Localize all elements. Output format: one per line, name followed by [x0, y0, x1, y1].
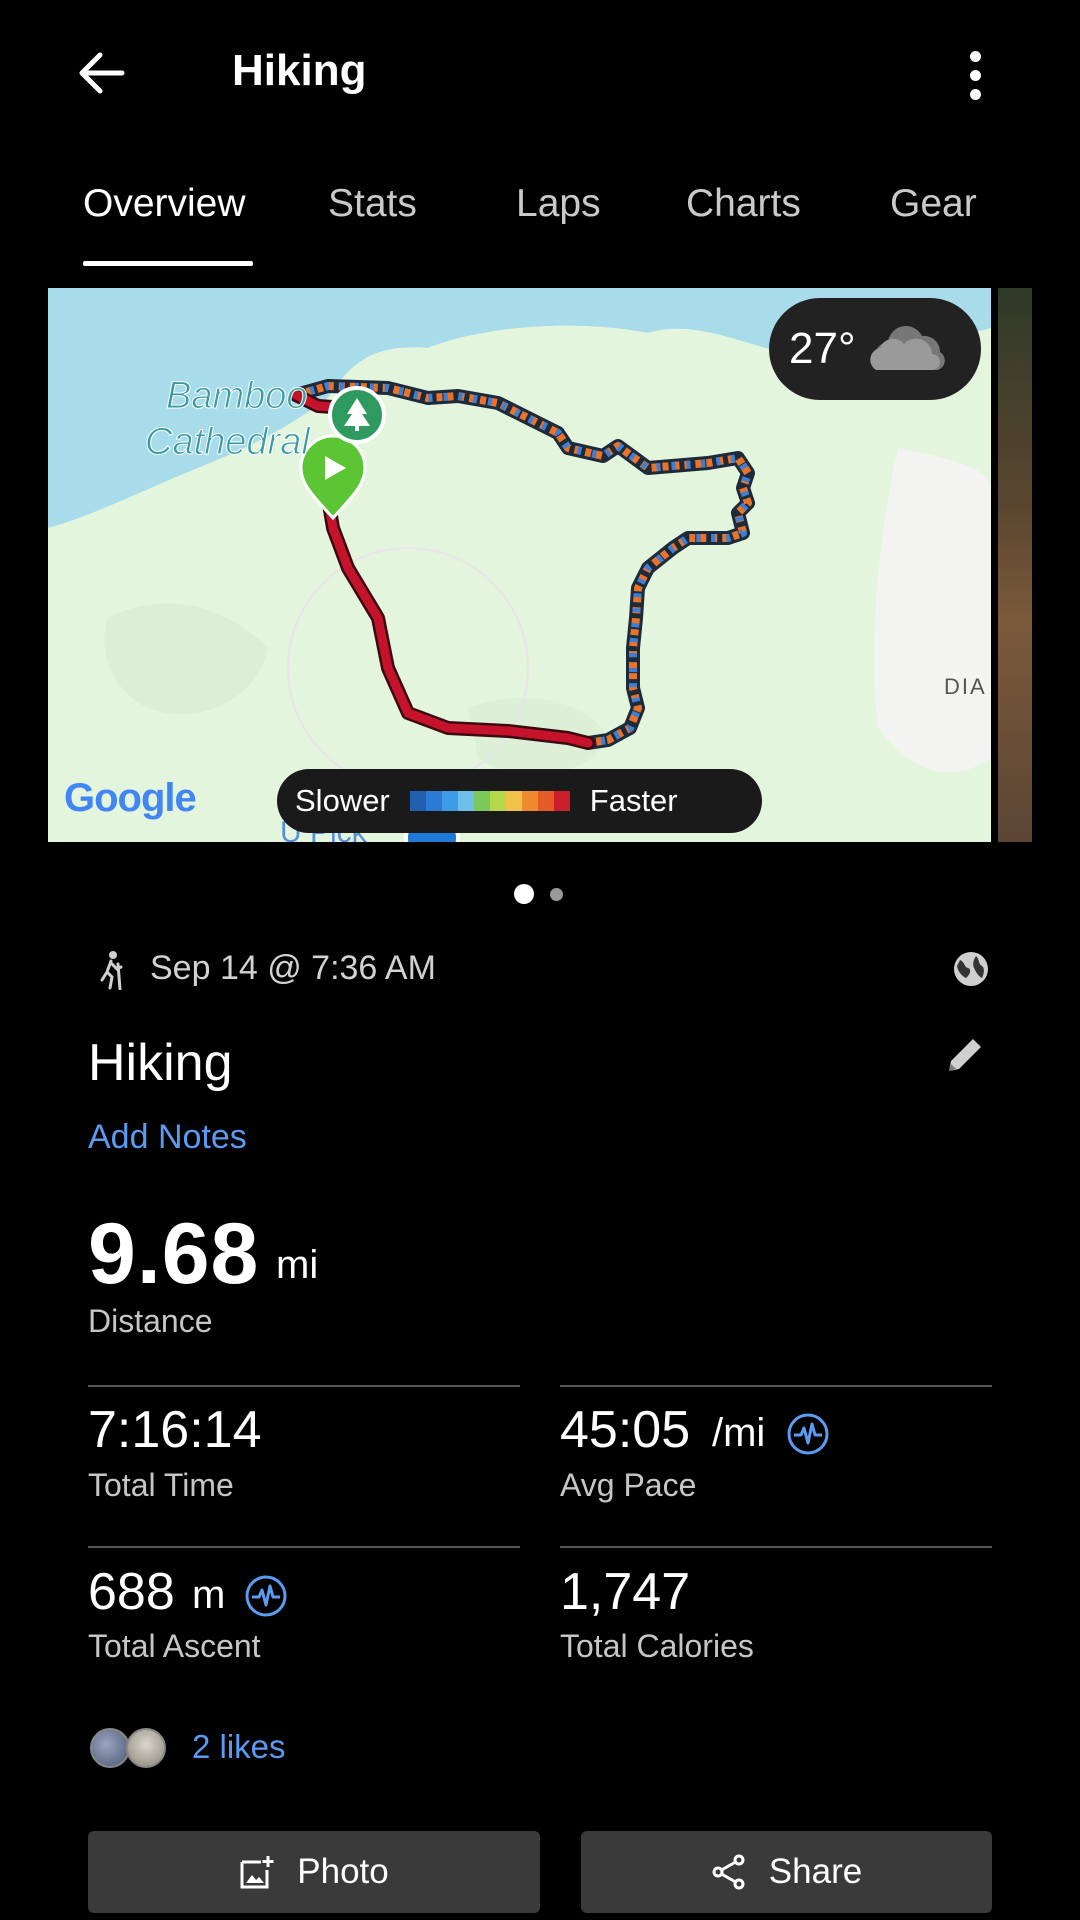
- legend-color-swatch: [409, 791, 426, 811]
- share-button[interactable]: Share: [581, 1831, 992, 1913]
- tab-active-indicator: [83, 261, 253, 266]
- share-button-label: Share: [768, 1852, 863, 1891]
- total-ascent-label: Total Ascent: [88, 1628, 261, 1664]
- add-photo-button[interactable]: Photo: [88, 1831, 540, 1913]
- legend-color-swatch: [553, 791, 570, 811]
- avg-pace-label: Avg Pace: [560, 1467, 697, 1503]
- legend-faster-label: Faster: [589, 783, 678, 818]
- legend-slower-label: Slower: [295, 783, 390, 818]
- globe-icon[interactable]: [952, 950, 990, 988]
- legend-color-swatch: [425, 791, 442, 811]
- back-button[interactable]: [78, 40, 162, 106]
- stat-divider: [88, 1385, 520, 1387]
- back-arrow-icon: [79, 52, 125, 94]
- tab-charts[interactable]: Charts: [686, 182, 801, 226]
- total-time-label: Total Time: [88, 1467, 234, 1503]
- total-calories-label: Total Calories: [560, 1628, 754, 1664]
- legend-color-scale: [409, 791, 570, 811]
- photo-button-label: Photo: [297, 1852, 389, 1891]
- likes-link[interactable]: 2 likes: [192, 1728, 286, 1766]
- legend-color-swatch: [473, 791, 490, 811]
- avg-pace-unit: /mi: [712, 1411, 766, 1455]
- speed-legend: Slower Faster: [277, 769, 762, 833]
- legend-color-swatch: [441, 791, 458, 811]
- total-calories-value: 1,747: [560, 1563, 691, 1621]
- hiker-icon: [100, 951, 123, 990]
- distance-unit: mi: [276, 1243, 319, 1287]
- weather-badge: 27°: [769, 298, 981, 400]
- legend-color-swatch: [521, 791, 538, 811]
- map-place-label: Cathedral: [145, 421, 311, 464]
- cloud-icon: [869, 326, 945, 371]
- stat-divider: [560, 1385, 992, 1387]
- avatar[interactable]: [90, 1728, 130, 1768]
- more-dot: [969, 88, 981, 100]
- map-edge-label: DIA: [944, 674, 987, 699]
- legend-color-swatch: [537, 791, 554, 811]
- page-title: Hiking: [232, 46, 367, 95]
- activity-name: Hiking: [88, 1034, 233, 1092]
- activity-date: Sep 14 @ 7:36 AM: [150, 949, 436, 987]
- tab-stats[interactable]: Stats: [328, 182, 417, 226]
- legend-color-swatch: [457, 791, 474, 811]
- avatar[interactable]: [126, 1728, 166, 1768]
- tab-laps[interactable]: Laps: [516, 182, 601, 226]
- total-ascent-unit: m: [192, 1573, 226, 1617]
- tab-overview[interactable]: Overview: [83, 182, 246, 226]
- total-ascent-value: 688: [88, 1563, 175, 1621]
- google-logo: Google: [64, 776, 197, 820]
- pager-dot[interactable]: [550, 888, 563, 901]
- photo-thumbnail-peek[interactable]: [998, 288, 1032, 842]
- stat-divider: [88, 1546, 520, 1548]
- more-options-button[interactable]: [950, 40, 1000, 110]
- legend-color-swatch: [505, 791, 522, 811]
- stat-divider: [560, 1546, 992, 1548]
- distance-value: 9.68: [88, 1206, 260, 1302]
- tab-gear[interactable]: Gear: [890, 182, 977, 226]
- add-notes-link[interactable]: Add Notes: [88, 1118, 247, 1157]
- share-icon: [712, 1854, 745, 1890]
- pulse-icon[interactable]: [786, 1412, 830, 1456]
- weather-temperature: 27°: [789, 324, 856, 373]
- more-dot: [969, 69, 981, 81]
- map-place-label: Bamboo: [166, 375, 309, 418]
- pencil-icon[interactable]: [943, 1033, 987, 1077]
- distance-label: Distance: [88, 1303, 213, 1339]
- legend-color-swatch: [489, 791, 506, 811]
- avg-pace-value: 45:05: [560, 1401, 691, 1459]
- more-vertical-icon: [969, 50, 981, 62]
- add-photo-icon: [240, 1856, 274, 1889]
- pager-dot-active[interactable]: [514, 884, 534, 904]
- pulse-icon[interactable]: [244, 1574, 288, 1618]
- total-time-value: 7:16:14: [88, 1401, 262, 1459]
